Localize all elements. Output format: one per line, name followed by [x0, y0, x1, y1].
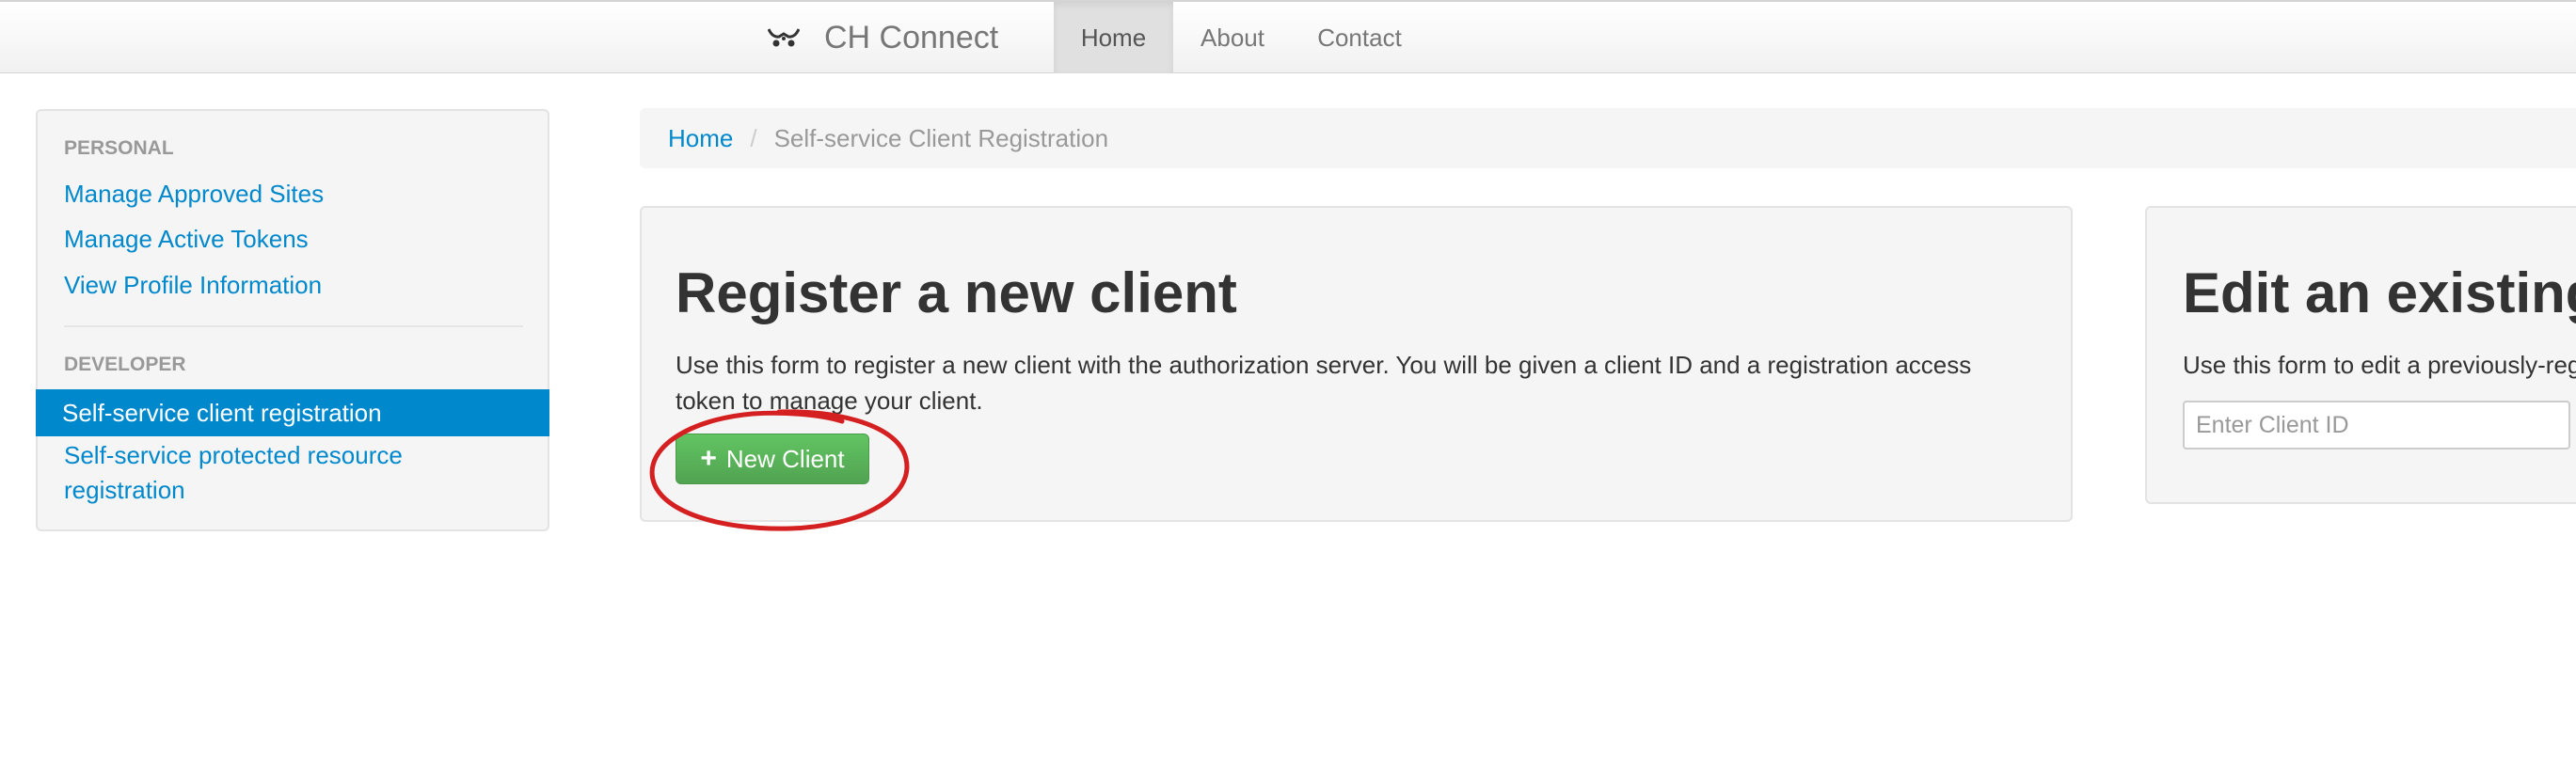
register-description: Use this form to register a new client w…	[676, 347, 2049, 418]
sidebar-item-manage-approved-sites[interactable]: Manage Approved Sites	[64, 177, 534, 212]
edit-client-panel: Edit an existing Use this form to edit a…	[2145, 206, 2576, 504]
breadcrumb-separator: /	[750, 123, 757, 152]
register-description-line2: token to manage your client.	[676, 386, 983, 415]
sidebar-header-developer: DEVELOPER	[64, 354, 186, 375]
top-navbar: CH Connect Home About Contact	[0, 0, 2576, 73]
register-title: Register a new client	[676, 261, 1237, 324]
breadcrumb-home-link[interactable]: Home	[668, 124, 733, 153]
sidebar-item-label-line1: Self-service protected resource	[64, 441, 403, 469]
sidebar-divider	[64, 325, 523, 327]
sidebar-item-label-line2: registration	[64, 476, 185, 504]
register-client-panel: Register a new client Use this form to r…	[640, 206, 2073, 522]
sidebar-item-resource-registration[interactable]: Self-service protected resource registra…	[64, 438, 534, 508]
client-id-input[interactable]	[2183, 401, 2570, 449]
breadcrumb-current: Self-service Client Registration	[773, 123, 1109, 152]
brand-name: CH Connect	[824, 19, 999, 55]
sidebar-item-client-registration[interactable]: Self-service client registration	[36, 389, 549, 436]
brand[interactable]: CH Connect	[768, 2, 998, 73]
edit-description: Use this form to edit a previously-reg	[2183, 351, 2576, 379]
breadcrumb: Home / Self-service Client Registration	[640, 108, 2576, 168]
sidebar-item-view-profile[interactable]: View Profile Information	[64, 268, 534, 303]
nav-home[interactable]: Home	[1054, 2, 1173, 73]
edit-title: Edit an existing	[2183, 261, 2576, 324]
nav-contact[interactable]: Contact	[1296, 2, 1423, 73]
plus-icon: +	[700, 443, 717, 474]
sidebar-header-personal: PERSONAL	[64, 137, 174, 159]
register-description-line1: Use this form to register a new client w…	[676, 351, 1972, 379]
sidebar: PERSONAL Manage Approved Sites Manage Ac…	[36, 109, 549, 531]
nav-about[interactable]: About	[1176, 2, 1289, 73]
brand-logo-icon	[768, 28, 800, 47]
new-client-button-label: New Client	[725, 444, 845, 473]
sidebar-item-label: Self-service client registration	[62, 398, 382, 427]
new-client-button[interactable]: + New Client	[676, 434, 869, 484]
sidebar-item-manage-active-tokens[interactable]: Manage Active Tokens	[64, 222, 534, 257]
